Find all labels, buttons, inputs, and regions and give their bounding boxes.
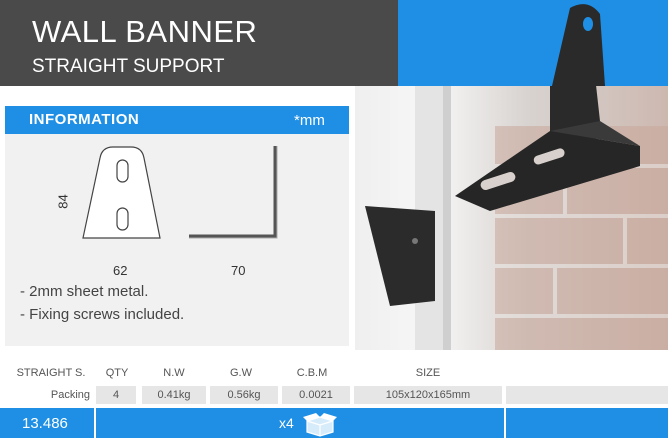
product-title: WALL BANNER xyxy=(32,14,258,49)
pack-multiplier: x4 xyxy=(279,415,294,431)
row-label-packing: Packing xyxy=(50,389,90,401)
dimension-depth: 70 xyxy=(231,263,246,278)
footer-divider xyxy=(94,408,96,438)
product-code: 13.486 xyxy=(22,415,68,432)
note-fixing-screws: - Fixing screws included. xyxy=(20,306,185,323)
footer-divider xyxy=(504,408,506,438)
product-photo xyxy=(355,86,668,350)
col-header-size: SIZE xyxy=(415,367,441,379)
cell-size: 105x120x165mm xyxy=(354,386,502,404)
cell-qty: 4 xyxy=(96,386,136,404)
bracket-side-view xyxy=(189,146,277,238)
note-sheet-metal: - 2mm sheet metal. xyxy=(20,283,149,300)
cell-empty xyxy=(506,386,668,404)
col-header-nw: N.W xyxy=(163,367,185,379)
info-title: INFORMATION xyxy=(29,111,140,128)
box-icon xyxy=(303,413,337,437)
header-blue-panel xyxy=(398,0,668,86)
cell-nw: 0.41kg xyxy=(142,386,206,404)
dimension-width: 62 xyxy=(113,263,128,278)
cell-cbm: 0.0021 xyxy=(282,386,350,404)
bracket-top-image xyxy=(552,4,605,86)
col-header-qty: QTY xyxy=(105,367,129,379)
col-header-cbm: C.B.M xyxy=(296,367,328,379)
col-header-gw: G.W xyxy=(230,367,252,379)
cell-gw: 0.56kg xyxy=(210,386,278,404)
dimension-height: 84 xyxy=(55,194,71,209)
info-unit: *mm xyxy=(294,112,325,129)
col-header-model: STRAIGHT S. xyxy=(16,367,86,379)
product-subtitle: STRAIGHT SUPPORT xyxy=(32,56,225,77)
